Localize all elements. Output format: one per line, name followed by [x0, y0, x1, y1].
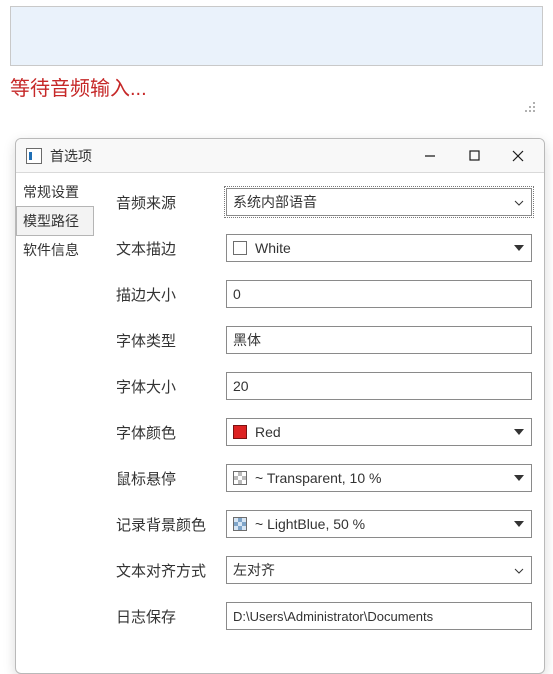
label-font-family: 字体类型: [116, 330, 226, 351]
font-size-input[interactable]: 20: [226, 372, 532, 400]
label-font-size: 字体大小: [116, 376, 226, 397]
label-record-bg: 记录背景颜色: [116, 514, 226, 535]
transcript-box: [10, 6, 543, 66]
label-log-path: 日志保存: [116, 606, 226, 627]
audio-source-select[interactable]: 系统内部语音: [226, 188, 532, 216]
color-swatch-icon: [233, 471, 247, 485]
log-path-input[interactable]: D:\Users\Administrator\Documents: [226, 602, 532, 630]
maximize-icon: [469, 150, 480, 161]
label-stroke-size: 描边大小: [116, 284, 226, 305]
settings-form: 音频来源 系统内部语音 文本描边 White: [94, 173, 544, 673]
label-text-stroke: 文本描边: [116, 238, 226, 259]
font-color-select[interactable]: Red: [226, 418, 532, 446]
close-icon: [512, 150, 524, 162]
tab-about[interactable]: 软件信息: [16, 235, 94, 265]
settings-tabs: 常规设置 模型路径 软件信息: [16, 173, 94, 673]
color-swatch-icon: [233, 241, 247, 255]
record-bg-select[interactable]: ~ LightBlue, 50 %: [226, 510, 532, 538]
label-audio-source: 音频来源: [116, 192, 226, 213]
minimize-button[interactable]: [408, 141, 452, 171]
text-stroke-select[interactable]: White: [226, 234, 532, 262]
label-hover-bg: 鼠标悬停: [116, 468, 226, 489]
maximize-button[interactable]: [452, 141, 496, 171]
color-swatch-icon: [233, 517, 247, 531]
stroke-size-input[interactable]: 0: [226, 280, 532, 308]
color-swatch-icon: [233, 425, 247, 439]
waiting-status: 等待音频输入...: [10, 72, 543, 101]
minimize-icon: [424, 150, 436, 162]
tab-general[interactable]: 常规设置: [16, 177, 94, 207]
titlebar: 首选项: [16, 139, 544, 173]
close-button[interactable]: [496, 141, 540, 171]
font-family-input[interactable]: 黑体: [226, 326, 532, 354]
tab-model-path[interactable]: 模型路径: [16, 206, 94, 236]
preferences-window: 首选项 常规设置 模型路径 软件信息 音频来源 系统内部语音: [15, 138, 545, 674]
hover-bg-select[interactable]: ~ Transparent, 10 %: [226, 464, 532, 492]
text-align-select[interactable]: 左对齐: [226, 556, 532, 584]
window-title: 首选项: [50, 146, 92, 166]
label-font-color: 字体颜色: [116, 422, 226, 443]
label-text-align: 文本对齐方式: [116, 560, 226, 581]
app-icon: [26, 148, 42, 164]
